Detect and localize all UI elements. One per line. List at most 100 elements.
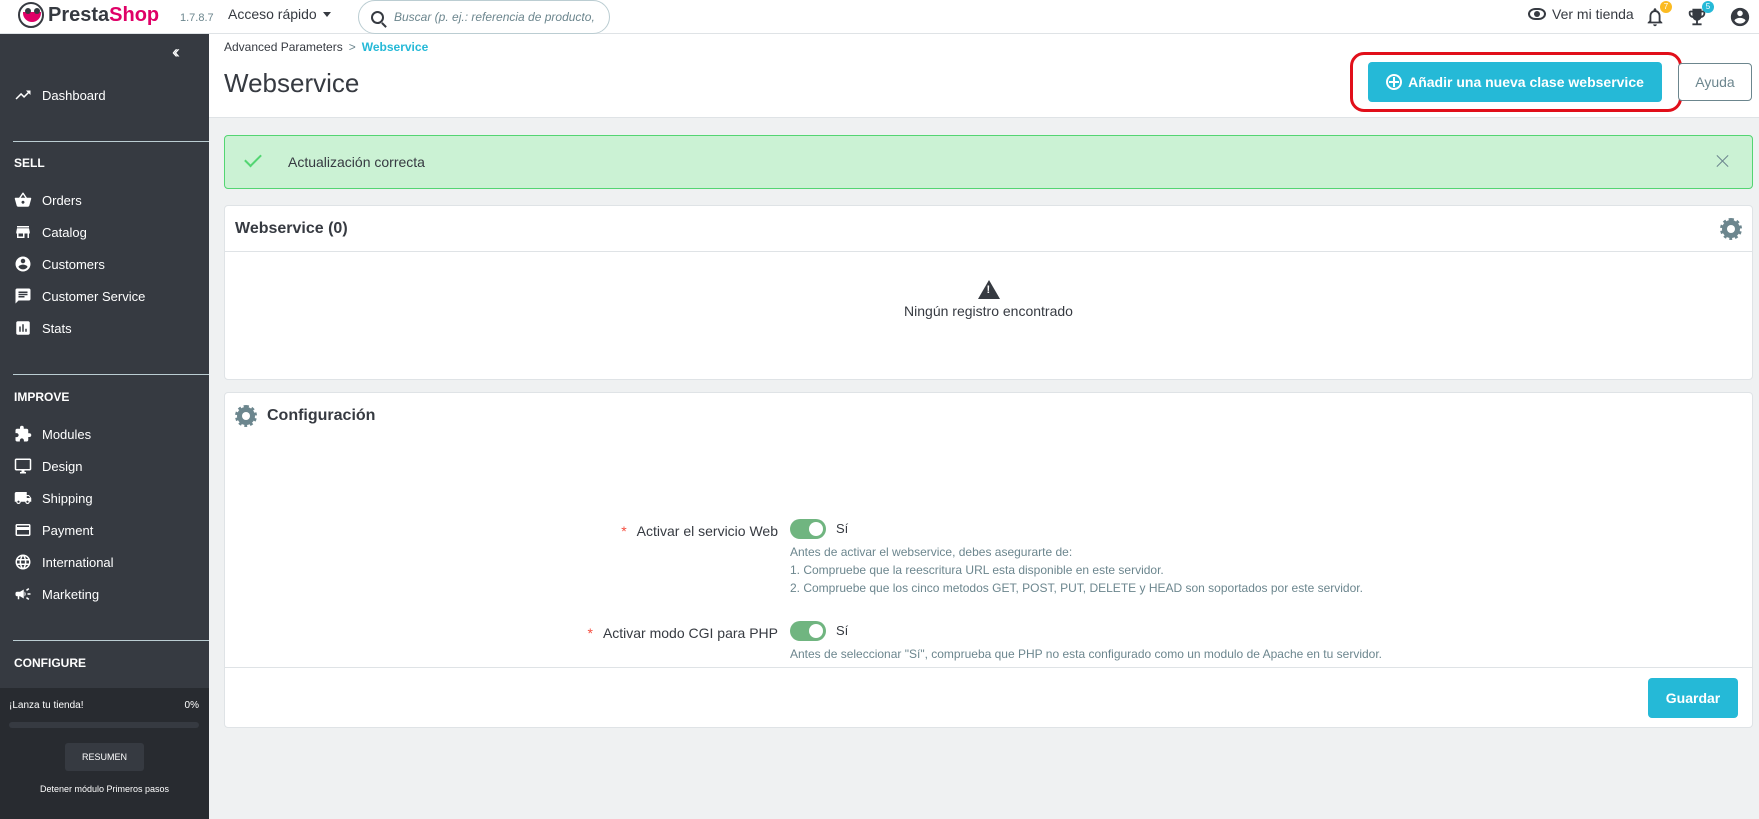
sidebar-divider	[13, 141, 209, 142]
enable-webservice-toggle[interactable]	[790, 519, 826, 539]
sidebar-item-label: Design	[42, 458, 83, 474]
breadcrumb-current-link[interactable]: Webservice	[362, 40, 429, 54]
field-label-text: Activar el servicio Web	[636, 523, 778, 539]
version-label: 1.7.8.7	[180, 12, 214, 24]
megaphone-icon	[14, 585, 32, 603]
sidebar-item-payment[interactable]: Payment	[0, 515, 209, 545]
page-header: Advanced Parameters > Webservice Webservic…	[209, 34, 1759, 118]
breadcrumb-separator: >	[348, 40, 356, 54]
notifications-button[interactable]: 7	[1644, 1, 1672, 28]
sidebar-item-customer-service[interactable]: Customer Service	[0, 281, 209, 311]
search-input[interactable]	[394, 10, 594, 24]
alert-text: Actualización correcta	[288, 154, 425, 170]
cgi-mode-toggle[interactable]	[790, 621, 826, 641]
toggle-value-label: Sí	[836, 623, 849, 638]
sidebar-item-label: Payment	[42, 522, 94, 538]
account-circle-icon	[1730, 7, 1750, 27]
breadcrumb-parent-link[interactable]: Advanced Parameters	[224, 40, 343, 54]
gear-icon[interactable]	[1720, 218, 1742, 240]
sidebar-divider	[13, 640, 209, 641]
help-button[interactable]: Ayuda	[1678, 63, 1752, 101]
sidebar-section-sell: SELL	[14, 156, 45, 170]
globe-icon	[14, 553, 32, 571]
onboarding-percent: 0%	[184, 700, 199, 711]
resumen-button[interactable]: RESUMEN	[65, 743, 144, 771]
stop-onboarding-link[interactable]: Detener módulo Primeros pasos	[0, 784, 209, 794]
sidebar-item-customers[interactable]: Customers	[0, 249, 209, 279]
check-icon	[244, 149, 262, 168]
bar-chart-icon	[14, 319, 32, 337]
search-icon	[371, 10, 384, 24]
sidebar-section-configure: CONFIGURE	[14, 656, 86, 670]
gear-icon	[235, 405, 257, 427]
sidebar-item-international[interactable]: International	[0, 547, 209, 577]
desktop-icon	[14, 457, 32, 475]
help-line: 2. Compruebe que los cinco metodos GET, …	[790, 581, 1363, 595]
truck-icon	[14, 489, 32, 507]
top-header: PrestaShop 1.7.8.7 Acceso rápido Ver mi …	[0, 0, 1759, 34]
onboarding-progress-bar	[9, 722, 199, 728]
save-button[interactable]: Guardar	[1648, 678, 1738, 718]
warning-icon	[977, 280, 1000, 299]
sidebar-item-orders[interactable]: Orders	[0, 185, 209, 215]
config-panel-footer: Guardar	[225, 667, 1752, 727]
sidebar-item-shipping[interactable]: Shipping	[0, 483, 209, 513]
sidebar-item-label: Stats	[42, 320, 72, 336]
toggle-value-label: Sí	[836, 521, 849, 536]
puzzle-icon	[14, 425, 32, 443]
caret-down-icon	[322, 11, 331, 17]
notifications-badge: 7	[1660, 1, 1672, 13]
collapse-sidebar-icon[interactable]: ‹‹	[172, 42, 180, 63]
sidebar-divider	[13, 374, 209, 375]
empty-state-text: Ningún registro encontrado	[904, 303, 1073, 319]
store-icon	[14, 223, 32, 241]
logo-text-shop: Shop	[109, 3, 160, 26]
puffin-logo-icon	[18, 2, 44, 28]
configuration-panel: Configuración * Activar el servicio Web S…	[224, 392, 1753, 728]
sidebar-item-stats[interactable]: Stats	[0, 313, 209, 343]
quick-access-label: Acceso rápido	[228, 6, 317, 22]
breadcrumb: Advanced Parameters > Webservice	[224, 40, 428, 54]
config-panel-header: Configuración	[225, 393, 1752, 439]
page-title: Webservice	[224, 68, 360, 98]
sidebar-item-design[interactable]: Design	[0, 451, 209, 481]
list-panel-header: Webservice (0)	[225, 206, 1752, 252]
sidebar-item-label: Marketing	[42, 586, 100, 602]
prestashop-logo[interactable]: PrestaShop	[18, 2, 159, 28]
credit-card-icon	[14, 521, 32, 539]
sidebar-item-label: International	[42, 554, 114, 570]
sidebar: ‹‹ Dashboard SELL Orders Catalog Custome…	[0, 34, 209, 819]
sidebar-item-label: Orders	[42, 192, 82, 208]
add-webservice-key-button[interactable]: Añadir una nueva clase webservice	[1368, 62, 1662, 102]
search-bar[interactable]	[358, 0, 610, 34]
view-store-link[interactable]: Ver mi tienda	[1528, 6, 1634, 22]
add-button-label: Añadir una nueva clase webservice	[1408, 74, 1644, 90]
sidebar-item-label: Shipping	[42, 490, 93, 506]
eye-icon	[1528, 8, 1546, 20]
sidebar-item-modules[interactable]: Modules	[0, 419, 209, 449]
sidebar-item-label: Modules	[42, 426, 92, 442]
help-line: Antes de activar el webservice, debes as…	[790, 545, 1073, 559]
logo-text-presta: Presta	[48, 3, 110, 26]
sidebar-item-label: Customers	[42, 256, 105, 272]
view-store-label: Ver mi tienda	[1552, 6, 1634, 22]
basket-icon	[14, 191, 32, 209]
chat-icon	[14, 287, 32, 305]
onboarding-label: ¡Lanza tu tienda!	[9, 700, 84, 711]
plus-circle-icon	[1386, 74, 1403, 90]
onboarding-widget: ¡Lanza tu tienda! 0% RESUMEN Detener mód…	[0, 688, 209, 819]
account-circle-icon	[14, 255, 32, 273]
trophy-button[interactable]: 5	[1686, 1, 1714, 28]
sidebar-item-catalog[interactable]: Catalog	[0, 217, 209, 247]
config-panel-title: Configuración	[267, 407, 376, 424]
sidebar-item-label: Catalog	[42, 224, 87, 240]
sidebar-item-marketing[interactable]: Marketing	[0, 579, 209, 609]
empty-state: Ningún registro encontrado	[225, 252, 1752, 319]
field-help: Antes de activar el webservice, debes as…	[790, 543, 1363, 597]
account-button[interactable]	[1729, 6, 1751, 28]
quick-access-dropdown[interactable]: Acceso rápido	[228, 6, 331, 22]
sidebar-item-label: Customer Service	[42, 288, 146, 304]
sidebar-item-label: Dashboard	[42, 87, 106, 103]
sidebar-item-dashboard[interactable]: Dashboard	[0, 80, 209, 110]
close-icon[interactable]	[1716, 154, 1730, 168]
